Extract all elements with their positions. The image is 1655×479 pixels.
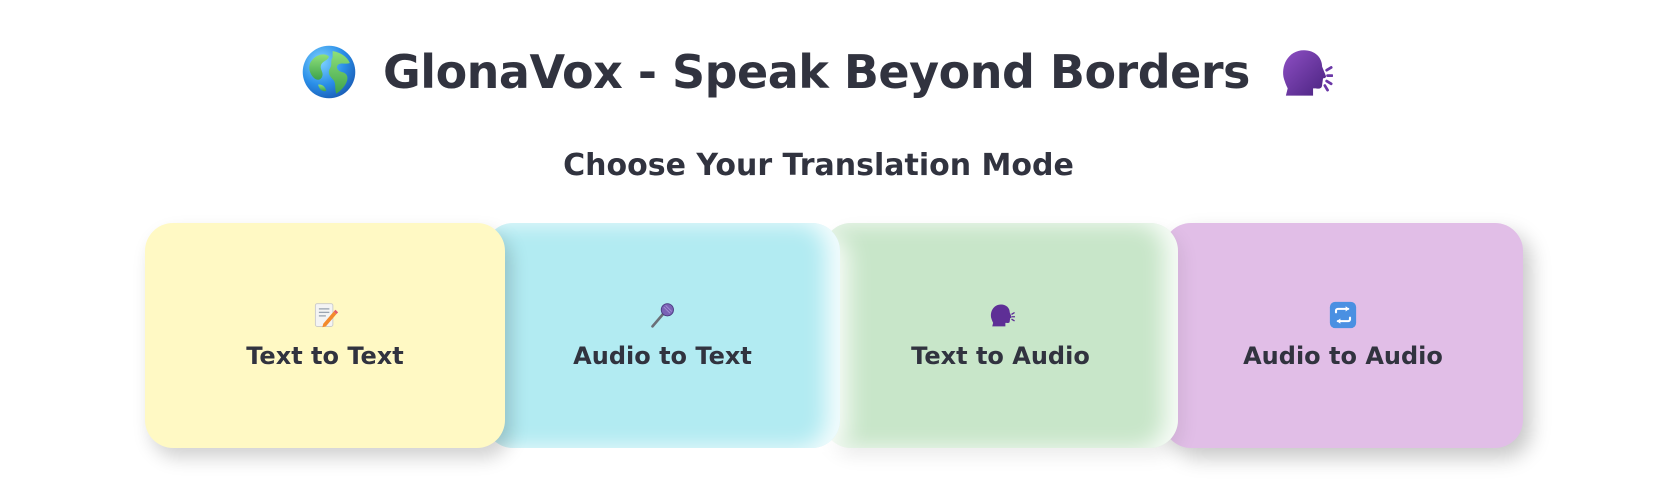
page: GlonaVox - Speak Beyond Borders Choose Y… <box>0 0 1655 479</box>
mode-card-audio-to-text[interactable]: Audio to Text <box>485 223 840 448</box>
repeat-icon <box>1329 301 1357 328</box>
mode-card-audio-to-audio[interactable]: Audio to Audio <box>1163 223 1523 448</box>
mode-card-text-to-audio[interactable]: Text to Audio <box>823 223 1178 448</box>
mode-card-label: Audio to Text <box>573 341 752 370</box>
microphone-icon <box>650 302 674 328</box>
mode-card-label: Text to Audio <box>911 341 1090 370</box>
mode-card-label: Audio to Audio <box>1243 341 1443 370</box>
mode-cards: Text to Text Audio to Text Text to Audio <box>0 0 1655 479</box>
mode-card-text-to-text[interactable]: Text to Text <box>145 223 505 448</box>
memo-icon <box>314 302 339 327</box>
mode-card-label: Text to Text <box>246 341 404 370</box>
speaking-head-icon <box>990 304 1015 326</box>
